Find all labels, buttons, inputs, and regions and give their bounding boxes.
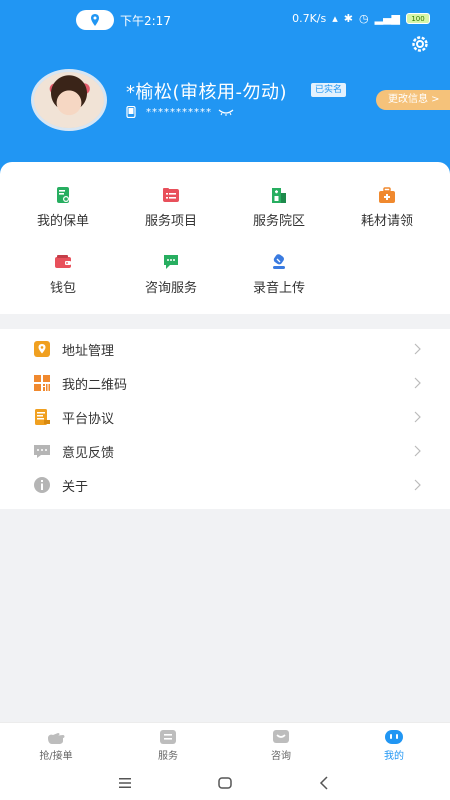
cellular-icon: ▂▄▆ xyxy=(374,12,400,25)
status-right: 0.7K/s ▴ ✱ ◷ ▂▄▆ 100 xyxy=(292,12,430,25)
tab-service[interactable]: 服务 xyxy=(118,729,218,762)
status-left: 下午2:17 xyxy=(76,10,171,30)
location-icon xyxy=(91,14,99,26)
grid-item-hospital[interactable]: 服务院区 xyxy=(224,186,334,229)
policy-icon xyxy=(57,187,69,203)
tab-label: 服务 xyxy=(158,751,178,762)
phone-row: *********** xyxy=(126,106,234,118)
grid-label: 咨询服务 xyxy=(144,281,197,296)
feedback-icon xyxy=(34,445,50,458)
battery-level: 100 xyxy=(411,14,425,23)
grid-label: 服务院区 xyxy=(252,214,305,229)
user-name: *榆松(审核用-勿动) xyxy=(126,82,288,103)
tab-mine[interactable]: 我的 xyxy=(344,729,444,762)
medkit-icon xyxy=(379,187,395,203)
phone-icon xyxy=(126,106,136,118)
list-label: 我的二维码 xyxy=(62,377,128,393)
list-label: 平台协议 xyxy=(62,411,115,427)
chat-icon xyxy=(164,255,178,269)
avatar[interactable] xyxy=(31,69,107,131)
grid-label: 耗材请领 xyxy=(360,214,413,229)
qrcode-icon xyxy=(34,375,50,391)
chevron-right-icon xyxy=(414,377,421,389)
back-icon[interactable] xyxy=(317,775,333,791)
consult-tab-icon xyxy=(273,730,289,743)
grid-item-wallet[interactable]: 钱包 xyxy=(8,253,118,296)
grid-label: 我的保单 xyxy=(36,214,89,229)
list-label: 意见反馈 xyxy=(62,445,115,461)
battery-icon: 100 xyxy=(406,13,430,24)
service-tab-icon xyxy=(160,730,176,744)
chevron-right-icon xyxy=(414,411,421,423)
function-grid-card: 我的保单 服务项目 服务院区 耗材请领 钱包 咨询服务 录音上传 xyxy=(0,162,450,314)
alarm-icon: ◷ xyxy=(359,12,369,25)
info-icon xyxy=(34,477,50,493)
chevron-right-icon xyxy=(414,343,421,355)
bluetooth-icon: ✱ xyxy=(343,12,353,25)
wallet-icon xyxy=(55,255,71,268)
grid-label: 钱包 xyxy=(49,281,76,296)
grid-item-supplies[interactable]: 耗材请领 xyxy=(332,186,442,229)
phone-number: *********** xyxy=(146,106,212,118)
list-label: 地址管理 xyxy=(62,343,115,359)
tab-label: 我的 xyxy=(384,751,404,762)
system-nav-bar xyxy=(0,766,450,800)
agreement-icon xyxy=(35,409,50,425)
eye-closed-icon[interactable] xyxy=(218,108,234,116)
chevron-right-icon xyxy=(414,445,421,457)
verified-badge: 已实名 xyxy=(311,83,347,97)
grid-item-recording-upload[interactable]: 录音上传 xyxy=(224,253,334,296)
list-item-qrcode[interactable]: 我的二维码 xyxy=(0,366,450,400)
list-label: 关于 xyxy=(62,479,89,495)
status-bar: 下午2:17 0.7K/s ▴ ✱ ◷ ▂▄▆ 100 xyxy=(0,0,450,40)
status-time: 下午2:17 xyxy=(120,13,171,28)
net-speed: 0.7K/s xyxy=(292,12,327,25)
tab-label: 抢/接单 xyxy=(39,751,73,762)
address-icon xyxy=(34,341,50,357)
list-item-about[interactable]: 关于 xyxy=(0,468,450,502)
grid-item-my-policy[interactable]: 我的保单 xyxy=(8,186,118,229)
mine-tab-icon xyxy=(385,730,403,744)
tab-grab-order[interactable]: 抢/接单 xyxy=(6,729,106,762)
grid-item-consult[interactable]: 咨询服务 xyxy=(116,253,226,296)
settings-gear-icon[interactable] xyxy=(410,34,430,54)
hand-order-icon xyxy=(48,733,65,744)
menu-icon[interactable] xyxy=(117,775,133,791)
settings-menu-list: 地址管理 我的二维码 平台协议 意见反馈 关于 xyxy=(0,329,450,509)
upload-icon xyxy=(273,254,285,269)
tab-label: 咨询 xyxy=(271,751,291,762)
list-item-agreement[interactable]: 平台协议 xyxy=(0,400,450,434)
signal-icon: ▴ xyxy=(332,12,338,25)
grid-label: 录音上传 xyxy=(252,281,305,296)
chevron-right-icon xyxy=(414,479,421,491)
edit-info-button[interactable]: 更改信息 > xyxy=(376,90,450,110)
list-item-address[interactable]: 地址管理 xyxy=(0,332,450,366)
avatar-photo xyxy=(34,72,104,128)
profile-header: 下午2:17 0.7K/s ▴ ✱ ◷ ▂▄▆ 100 *榆松(审核用-勿动) … xyxy=(0,0,450,180)
list-item-feedback[interactable]: 意见反馈 xyxy=(0,434,450,468)
bottom-tab-bar: 抢/接单 服务 咨询 我的 xyxy=(0,722,450,766)
grid-item-service-items[interactable]: 服务项目 xyxy=(116,186,226,229)
home-icon[interactable] xyxy=(217,775,233,791)
tab-consult[interactable]: 咨询 xyxy=(231,729,331,762)
hospital-icon xyxy=(272,188,286,203)
service-list-icon xyxy=(163,188,179,202)
grid-label: 服务项目 xyxy=(144,214,197,229)
location-indicator xyxy=(76,10,114,30)
